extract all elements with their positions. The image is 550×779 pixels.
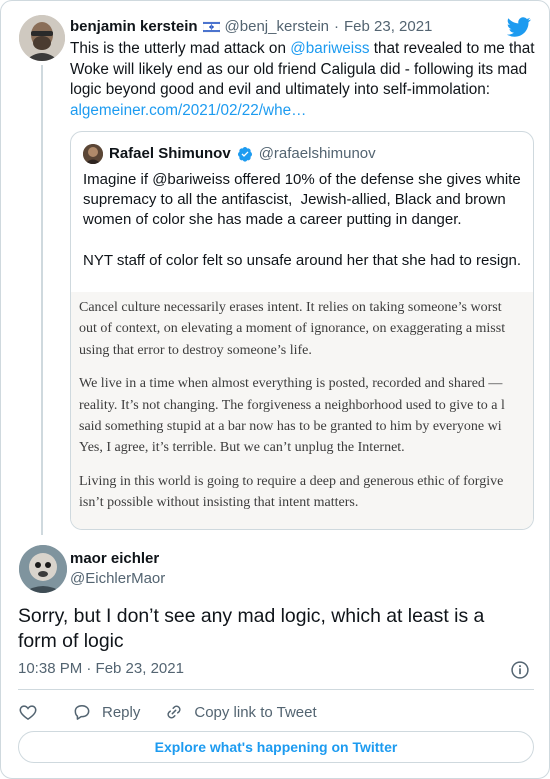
reply-author-handle[interactable]: @EichlerMaor [70, 569, 165, 588]
quoted-author-avatar[interactable] [83, 144, 103, 164]
essay-paragraph: We live in a time when almost everything… [79, 373, 533, 459]
quoted-tweet-header: Rafael Shimunov @rafaelshimunov [83, 144, 376, 164]
parent-tweet-text: This is the utterly mad attack on @bariw… [70, 39, 540, 121]
essay-line: reality. It’s not changing. The forgiven… [79, 397, 505, 413]
essay-line: using that error to destroy someone’s li… [79, 342, 312, 358]
quoted-author-name[interactable]: Rafael Shimunov [109, 144, 231, 164]
reply-timestamp[interactable]: 10:38 PM · Feb 23, 2021 [18, 659, 184, 679]
quoted-author-handle[interactable]: @rafaelshimunov [259, 144, 376, 164]
essay-paragraph: Cancel culture necessarily erases intent… [79, 297, 533, 361]
essay-line: Yes, I agree, it’s terrible. But we can’… [79, 440, 405, 456]
like-button[interactable] [18, 702, 38, 722]
parent-author-handle[interactable]: @benj_kerstein [225, 17, 329, 37]
speech-bubble-icon [74, 705, 90, 720]
essay-line: Living in this world is going to require… [79, 473, 504, 489]
reply-label: Reply [102, 703, 141, 721]
parent-author-name[interactable]: benjamin kerstein [70, 17, 198, 37]
link-icon [167, 705, 181, 719]
copy-link-button[interactable]: Copy link to Tweet [164, 702, 317, 722]
reply-author-avatar[interactable] [19, 545, 67, 593]
quoted-tweet-text: Imagine if @bariweiss offered 10% of the… [83, 171, 522, 269]
essay-line: isn’t possible without insisting that in… [79, 495, 359, 511]
essay-paragraph: Living in this world is going to require… [79, 471, 533, 514]
explore-button[interactable]: Explore what's happening on Twitter [18, 731, 534, 763]
mention-link-bariweiss[interactable]: @bariweiss [290, 40, 369, 57]
parent-text-part-1: This is the utterly mad attack on [70, 40, 291, 57]
article-link[interactable]: algemeiner.com/2021/02/22/whe… [70, 102, 306, 119]
essay-line: We live in a time when almost everything… [79, 376, 503, 392]
israel-flag-icon [202, 21, 220, 33]
thread-connector-line [41, 65, 43, 535]
header-separator: · [334, 18, 339, 35]
reply-button[interactable]: Reply [72, 702, 140, 722]
copy-link-label: Copy link to Tweet [194, 703, 317, 721]
tweet-actions: Reply Copy link to Tweet [18, 701, 317, 723]
parent-tweet-date[interactable]: Feb 23, 2021 [344, 17, 432, 37]
verified-badge-icon [237, 147, 252, 162]
quoted-tweet-image[interactable]: Cancel culture necessarily erases intent… [71, 292, 533, 529]
heart-icon [19, 705, 37, 720]
essay-line: said something stupid at a bar now has t… [79, 419, 502, 435]
twitter-bird-icon[interactable] [507, 15, 531, 39]
quoted-tweet[interactable]: Rafael Shimunov @rafaelshimunov Imagine … [70, 131, 534, 530]
essay-excerpt: Cancel culture necessarily erases intent… [79, 297, 533, 526]
tweet-embed-card: benjamin kerstein @benj_kerstein · Feb 2… [0, 0, 550, 779]
reply-author-name[interactable]: maor eichler [70, 549, 159, 568]
essay-line: out of context, on elevating a moment of… [79, 321, 506, 337]
parent-author-avatar[interactable] [19, 15, 65, 61]
essay-line: Cancel culture necessarily erases intent… [79, 300, 502, 315]
actions-divider [18, 689, 534, 690]
reply-tweet-text: Sorry, but I don’t see any mad logic, wh… [18, 605, 485, 652]
info-icon[interactable] [510, 660, 530, 680]
parent-tweet-header: benjamin kerstein @benj_kerstein · Feb 2… [70, 17, 432, 37]
